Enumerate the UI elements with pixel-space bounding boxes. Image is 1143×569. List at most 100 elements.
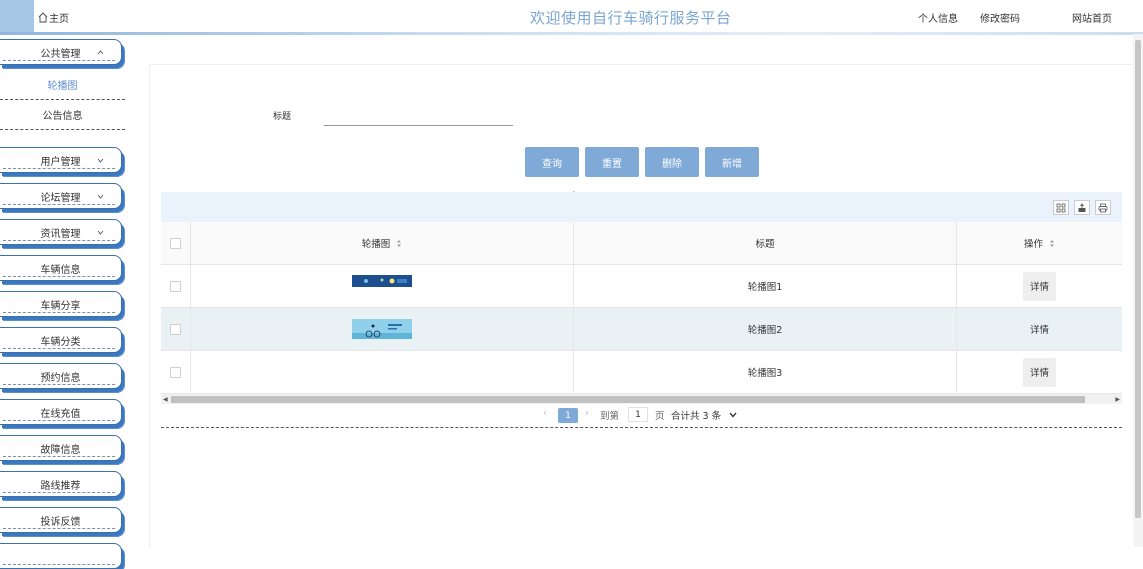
table-row[interactable]: 轮播图2 详情 (161, 308, 1122, 351)
menu-label: 论坛管理 (40, 192, 81, 204)
actions-cell: 详情 (957, 308, 1122, 350)
goto-page-input[interactable]: 1 (628, 407, 648, 422)
menu-public-management[interactable]: 公共管理 (0, 39, 122, 65)
menu-user-management[interactable]: 用户管理 (0, 147, 122, 173)
table-row[interactable]: 轮播图3 详情 (161, 351, 1122, 394)
menu-vehicle-category[interactable]: 车辆分类 (0, 327, 122, 353)
scroll-left-icon[interactable]: ◀ (163, 396, 168, 403)
menu-label: 车辆信息 (40, 264, 81, 276)
menu-complaint[interactable]: 投诉反馈 (0, 507, 122, 533)
sidebar-item-carousel[interactable]: 轮播图 (0, 70, 125, 100)
image-cell (191, 351, 574, 393)
website-home-link[interactable]: 网站首页 (1072, 10, 1112, 25)
menu-label: 故障信息 (40, 444, 81, 456)
select-all-checkbox[interactable] (170, 237, 181, 249)
detail-button[interactable]: 详情 (1023, 357, 1056, 387)
change-password-link[interactable]: 修改密码 (980, 10, 1020, 25)
column-header-title: 标题 (574, 222, 957, 264)
row-select-cell (161, 308, 191, 350)
reset-button[interactable]: 重置 (585, 147, 639, 177)
horizontal-scrollbar[interactable]: ◀ ▶ (161, 393, 1122, 404)
chevron-down-icon (97, 158, 104, 163)
next-page-icon[interactable]: › (585, 408, 589, 419)
menu-label: 公共管理 (40, 48, 81, 60)
goto-label: 到第 (600, 411, 620, 422)
carousel-thumbnail[interactable] (352, 275, 412, 287)
table-row[interactable]: 轮播图1 详情 (161, 265, 1122, 308)
sort-icon[interactable] (396, 239, 402, 248)
column-header-actions[interactable]: 操作 (957, 222, 1122, 264)
page-label: 页 (655, 411, 665, 422)
total-select[interactable]: 合计共 3 条 (671, 408, 737, 422)
chevron-up-icon (97, 50, 104, 55)
scrollbar-thumb[interactable] (171, 396, 1085, 403)
prev-page-icon[interactable]: ‹ (543, 408, 547, 419)
row-checkbox[interactable] (170, 323, 181, 335)
select-all-cell (161, 222, 191, 264)
sub-item-label: 轮播图 (47, 81, 78, 92)
row-select-cell (161, 265, 191, 307)
carousel-thumbnail[interactable] (352, 319, 412, 339)
title-cell: 轮播图1 (574, 265, 957, 307)
columns-filter-icon[interactable] (1053, 200, 1069, 215)
column-header-label: 标题 (755, 239, 775, 250)
actions-cell: 详情 (957, 351, 1122, 393)
sort-icon[interactable] (1049, 239, 1055, 248)
menu-route-recommend[interactable]: 路线推荐 (0, 471, 122, 497)
menu-label: 投诉反馈 (40, 516, 81, 528)
row-checkbox[interactable] (170, 366, 181, 378)
menu-label: 预约信息 (40, 372, 81, 384)
detail-button[interactable]: 详情 (1023, 271, 1056, 301)
sub-item-label: 公告信息 (42, 111, 83, 122)
menu-label: 资讯管理 (40, 228, 81, 240)
export-icon[interactable] (1074, 200, 1090, 215)
total-count: 合计共 3 条 (671, 411, 722, 422)
title-cell: 轮播图2 (574, 308, 957, 350)
logo-block (0, 0, 34, 33)
menu-label: 路线推荐 (40, 480, 81, 492)
chevron-down-icon (97, 194, 104, 199)
menu-label: 车辆分享 (40, 300, 81, 312)
top-header: 主页 欢迎使用自行车骑行服务平台 个人信息 修改密码 网站首页 (0, 0, 1143, 34)
home-label: 主页 (49, 14, 69, 25)
chevron-down-icon (97, 230, 104, 235)
query-button[interactable]: 查询 (525, 147, 579, 177)
home-link[interactable]: 主页 (38, 10, 69, 25)
menu-label: 车辆分类 (40, 336, 81, 348)
table-bottom-divider (161, 427, 1122, 428)
row-checkbox[interactable] (170, 280, 181, 292)
column-header-label: 轮播图 (361, 239, 391, 250)
page-scrollbar[interactable] (1133, 34, 1143, 547)
table-header-row: 轮播图 标题 操作 (161, 222, 1122, 265)
add-button[interactable]: 新增 (705, 147, 759, 177)
header-divider (0, 32, 1143, 35)
menu-vehicle-info[interactable]: 车辆信息 (0, 255, 122, 281)
page-number-current[interactable]: 1 (558, 408, 578, 423)
title-field-label: 标题 (273, 112, 292, 122)
scroll-right-icon[interactable]: ▶ (1115, 396, 1120, 403)
sidebar-item-notice[interactable]: 公告信息 (0, 100, 125, 130)
image-cell (191, 308, 574, 350)
menu-recharge[interactable]: 在线充值 (0, 399, 122, 425)
menu-label: 在线充值 (40, 408, 81, 420)
site-title: 欢迎使用自行车骑行服务平台 (530, 9, 732, 27)
page-scrollbar-thumb[interactable] (1135, 40, 1141, 518)
pagination: ‹ 1 › 到第 1 页 合计共 3 条 (161, 406, 1122, 426)
menu-label: 用户管理 (40, 156, 81, 168)
column-header-image[interactable]: 轮播图 (191, 222, 574, 264)
delete-button[interactable]: 删除 (645, 147, 699, 177)
menu-vehicle-share[interactable]: 车辆分享 (0, 291, 122, 317)
profile-link[interactable]: 个人信息 (918, 10, 958, 25)
title-cell: 轮播图3 (574, 351, 957, 393)
menu-news-management[interactable]: 资讯管理 (0, 219, 122, 245)
detail-button[interactable]: 详情 (1023, 315, 1056, 344)
menu-forum-management[interactable]: 论坛管理 (0, 183, 122, 209)
title-search-input[interactable] (324, 104, 513, 126)
sidebar: 公共管理 轮播图 公告信息 用户管理 论坛管理 资讯管理 车辆信息 车辆分享 车… (0, 35, 130, 569)
row-select-cell (161, 351, 191, 393)
print-icon[interactable] (1095, 200, 1111, 215)
menu-fault-info[interactable]: 故障信息 (0, 435, 122, 461)
actions-cell: 详情 (957, 265, 1122, 307)
menu-reservation[interactable]: 预约信息 (0, 363, 122, 389)
home-icon (38, 12, 48, 23)
